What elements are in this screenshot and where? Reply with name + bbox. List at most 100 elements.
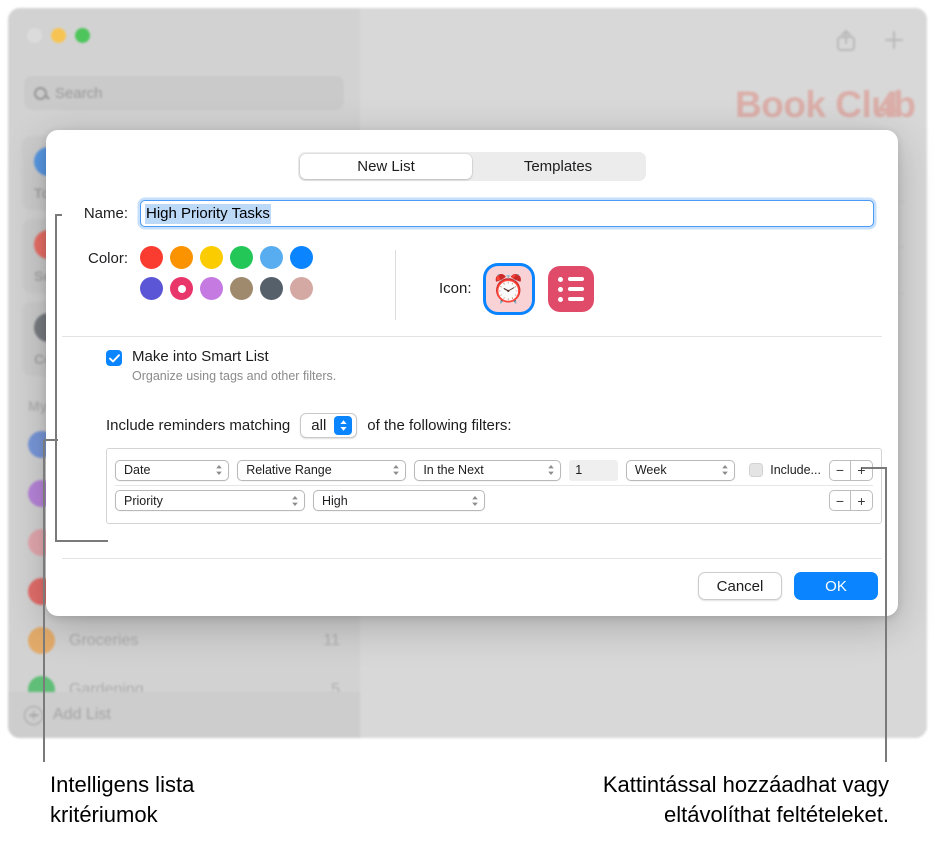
tab-templates[interactable]: Templates: [472, 154, 644, 179]
match-rule-row: Include reminders matching all of the fo…: [106, 413, 512, 438]
checkbox-checked-icon: [106, 350, 122, 366]
filter-comparator-value: Relative Range: [246, 463, 332, 477]
add-list-button[interactable]: Add List: [8, 692, 360, 738]
ok-button[interactable]: OK: [794, 572, 878, 600]
share-icon[interactable]: [835, 28, 857, 52]
dialog-actions: Cancel OK: [698, 572, 878, 600]
filter-number-input[interactable]: 1: [569, 459, 618, 481]
filter-field-value: Date: [124, 463, 151, 477]
callout-right: Kattintással hozzáadhat vagy eltávolítha…: [469, 770, 889, 829]
callout-left: Intelligens lista kritériumok: [50, 770, 194, 829]
vertical-divider: [395, 250, 396, 320]
color-swatch-pink-selected[interactable]: [170, 277, 193, 300]
callout-left-line1: Intelligens lista: [50, 772, 195, 797]
zoom-button-icon[interactable]: [75, 28, 90, 43]
filter-unit-select[interactable]: Week: [625, 459, 736, 481]
chevron-updown-icon: [292, 495, 298, 506]
filter-row-date: Date Relative Range In the Next 1 Week I…: [115, 455, 873, 485]
color-swatch-dusty-rose[interactable]: [290, 277, 313, 300]
include-label: Include...: [770, 463, 821, 477]
divider: [62, 336, 882, 337]
color-swatch-light-blue[interactable]: [260, 246, 283, 269]
row-steppers: − +: [829, 459, 873, 481]
name-input[interactable]: High Priority Tasks: [140, 200, 874, 227]
filter-field-value: Priority: [124, 493, 163, 508]
include-checkbox[interactable]: Include...: [749, 463, 821, 477]
close-button-icon[interactable]: [27, 28, 42, 43]
row-steppers: − +: [829, 490, 873, 511]
list-count: 11: [323, 631, 340, 649]
color-swatch-brown[interactable]: [230, 277, 253, 300]
list-bullet-icon[interactable]: [547, 266, 594, 312]
list-item-groceries[interactable]: Groceries 11: [8, 616, 360, 665]
match-type-select[interactable]: all: [300, 413, 358, 438]
filter-field-select[interactable]: Date: [115, 459, 230, 481]
chevron-updown-icon: [548, 465, 555, 475]
add-filter-button[interactable]: +: [851, 490, 873, 511]
dialog-tab-bar: New List Templates: [298, 152, 646, 181]
divider: [62, 558, 882, 559]
tab-new-list[interactable]: New List: [300, 154, 472, 179]
chevron-updown-icon: [334, 416, 353, 435]
alarm-clock-glyph: ⏰: [491, 274, 526, 304]
color-section: Color:: [66, 246, 320, 308]
name-row: Name: High Priority Tasks: [66, 200, 874, 227]
filter-unit-value: Week: [634, 463, 667, 477]
plus-circle-icon: [24, 705, 43, 725]
icon-choices: ⏰: [485, 246, 594, 312]
filter-value-select[interactable]: High: [313, 490, 485, 511]
screenshot-root: Search Today Scheduled Completed My List…: [0, 0, 935, 841]
name-label: Name:: [83, 205, 128, 222]
filter-value-value: High: [322, 493, 348, 508]
cart-icon: [28, 627, 55, 654]
color-swatch-yellow[interactable]: [200, 246, 223, 269]
checkbox-unchecked-icon: [749, 463, 764, 477]
list-name: Groceries: [69, 631, 139, 649]
chevron-updown-icon: [722, 465, 729, 475]
add-list-label: Add List: [53, 706, 111, 723]
list-bullet-glyph: [557, 276, 584, 302]
color-swatch-indigo[interactable]: [140, 277, 163, 300]
icon-label: Icon:: [439, 280, 472, 297]
alarm-clock-icon[interactable]: ⏰: [485, 266, 532, 312]
search-icon: [34, 86, 47, 100]
match-suffix-label: of the following filters:: [367, 417, 512, 434]
match-prefix-label: Include reminders matching: [106, 417, 291, 434]
callout-left-line2: kritériumok: [50, 801, 158, 827]
callout-right-line2: eltávolíthat feltételeket.: [663, 801, 889, 827]
search-placeholder: Search: [55, 84, 103, 102]
filter-row-priority: Priority High − +: [115, 485, 873, 515]
color-swatch-red[interactable]: [140, 246, 163, 269]
chevron-updown-icon: [472, 495, 478, 506]
color-swatch-violet[interactable]: [200, 277, 223, 300]
callout-right-line1: Kattintással hozzáadhat vagy: [602, 772, 889, 797]
remove-filter-button[interactable]: −: [829, 490, 851, 511]
remove-filter-button[interactable]: −: [829, 459, 851, 481]
filter-operator-value: In the Next: [423, 463, 484, 477]
filter-number-value: 1: [575, 463, 583, 477]
filter-field-select[interactable]: Priority: [115, 490, 305, 511]
minimize-button-icon[interactable]: [51, 28, 66, 43]
window-toolbar: [835, 28, 905, 52]
match-type-value: all: [311, 417, 327, 434]
filter-comparator-select[interactable]: Relative Range: [237, 459, 407, 481]
plus-icon[interactable]: [883, 29, 905, 51]
chevron-updown-icon: [216, 465, 223, 475]
color-swatch-gray[interactable]: [260, 277, 283, 300]
smart-list-checkbox-label: Make into Smart List: [132, 348, 269, 365]
color-swatch-blue[interactable]: [290, 246, 313, 269]
filters-container: Date Relative Range In the Next 1 Week I…: [106, 448, 882, 524]
color-swatch-green[interactable]: [230, 246, 253, 269]
new-list-dialog: New List Templates Name: High Priority T…: [46, 130, 898, 616]
name-input-value: High Priority Tasks: [145, 203, 271, 224]
search-field[interactable]: Search: [24, 76, 344, 110]
chevron-updown-icon: [393, 465, 400, 475]
color-swatch-orange[interactable]: [170, 246, 193, 269]
make-smart-list-checkbox[interactable]: Make into Smart List Organize using tags…: [106, 348, 336, 383]
window-traffic-lights[interactable]: [27, 28, 90, 43]
icon-section: Icon: ⏰: [439, 246, 594, 312]
filter-operator-select[interactable]: In the Next: [414, 459, 562, 481]
cancel-button[interactable]: Cancel: [698, 572, 782, 600]
add-filter-button[interactable]: +: [851, 459, 873, 481]
smart-list-sub-label: Organize using tags and other filters.: [132, 369, 337, 383]
